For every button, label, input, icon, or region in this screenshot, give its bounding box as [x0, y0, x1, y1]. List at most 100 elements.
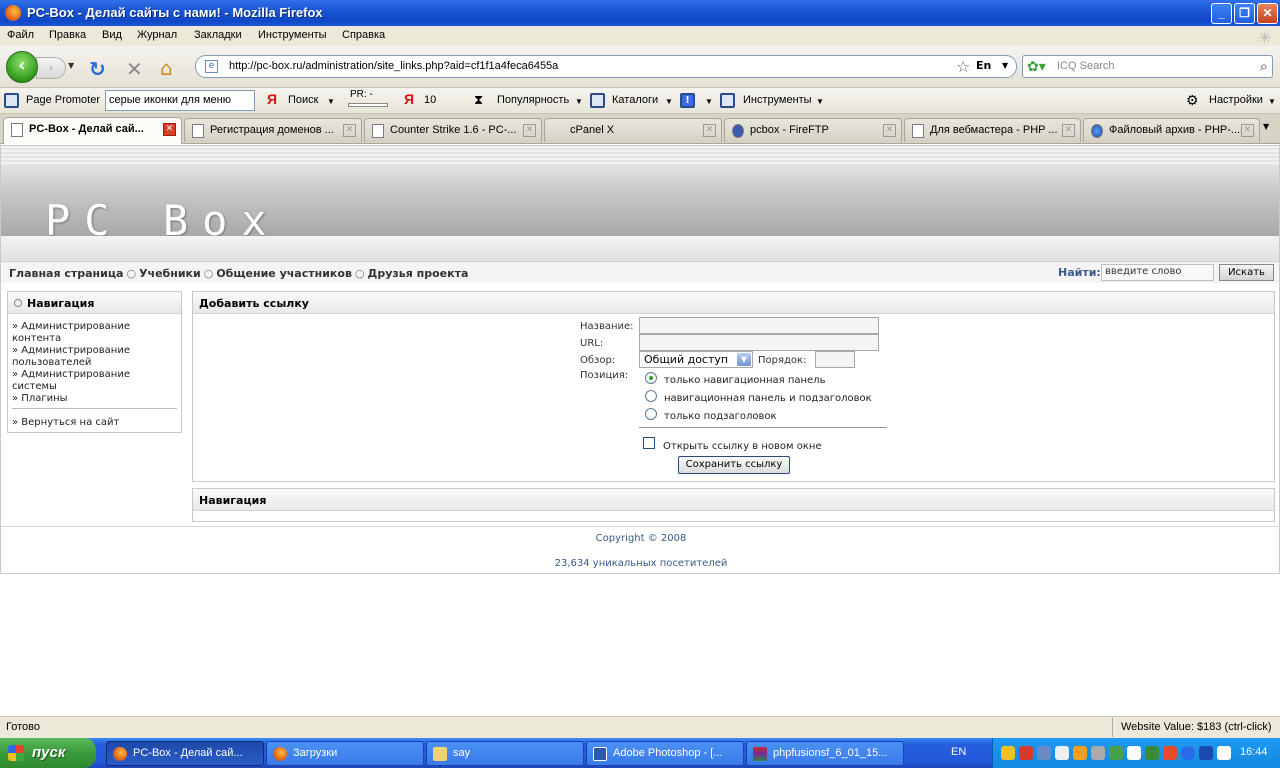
app-tray-icon[interactable] — [1217, 746, 1231, 760]
tab-cpanel[interactable]: cPanel X ✕ — [544, 118, 722, 142]
menu-edit[interactable]: Правка — [49, 29, 86, 41]
position-radio-nav-and-subheader[interactable] — [645, 390, 657, 402]
sidebar-item-system-admin[interactable]: » Администрирование системы — [12, 369, 177, 393]
taskbar-item-downloads[interactable]: Загрузки — [266, 741, 424, 766]
language-indicator[interactable]: En — [976, 59, 991, 72]
find-input[interactable]: введите слово — [1101, 264, 1214, 281]
icq-icon[interactable] — [1145, 746, 1159, 760]
sidebar-item-plugins[interactable]: » Плагины — [12, 393, 177, 405]
tab-list-dropdown-icon[interactable]: ▼ — [1263, 122, 1269, 131]
position-label: Позиция: — [580, 370, 629, 381]
settings-dropdown-icon[interactable]: ▼ — [1268, 97, 1276, 106]
poisk-dropdown-icon[interactable]: ▼ — [327, 97, 335, 106]
position-radio-nav-only[interactable] — [645, 372, 657, 384]
sidebar-item-content-admin[interactable]: » Администрирование контента — [12, 321, 177, 345]
reload-icon[interactable]: ↻ — [89, 57, 106, 81]
tab-pcbox[interactable]: PC-Box - Делай сай... ✕ — [3, 117, 182, 144]
shield-icon[interactable] — [1001, 746, 1015, 760]
tab-close-icon[interactable]: ✕ — [163, 123, 176, 136]
menu-view[interactable]: Вид — [102, 29, 122, 41]
stop-icon[interactable]: ✕ — [126, 57, 143, 81]
catalogs-button[interactable]: Каталоги — [612, 94, 658, 106]
menu-bookmarks[interactable]: Закладки — [194, 29, 242, 41]
forward-button[interactable]: › — [36, 57, 66, 79]
menu-history[interactable]: Журнал — [137, 29, 177, 41]
menu-tools[interactable]: Инструменты — [258, 29, 327, 41]
update-icon[interactable] — [1109, 746, 1123, 760]
menu-file[interactable]: Файл — [7, 29, 34, 41]
alert-icon[interactable]: ! — [680, 93, 695, 108]
settings-button[interactable]: Настройки — [1209, 94, 1263, 106]
view-select[interactable]: Общий доступ ▼ — [639, 351, 753, 368]
name-input[interactable] — [639, 317, 879, 334]
chevron-down-icon[interactable]: ▼ — [737, 353, 751, 366]
bookmark-star-icon[interactable]: ☆ — [956, 57, 970, 76]
taskbar-item-photoshop[interactable]: Adobe Photoshop - [... — [586, 741, 744, 766]
page-promoter-label[interactable]: Page Promoter — [26, 94, 100, 106]
icq-flower-icon[interactable]: ✿▾ — [1027, 59, 1046, 75]
back-button[interactable]: ‹ — [6, 51, 38, 83]
tools-dropdown-icon[interactable]: ▼ — [816, 97, 824, 106]
url-input[interactable] — [639, 334, 879, 351]
order-input[interactable] — [815, 351, 855, 368]
poisk-button[interactable]: Поиск — [288, 94, 318, 106]
nav-link-friends[interactable]: Друзья проекта — [368, 267, 469, 280]
tab-domains[interactable]: Регистрация доменов ... ✕ — [184, 118, 362, 142]
keyboard-language[interactable]: EN — [951, 746, 966, 758]
new-window-checkbox[interactable] — [643, 437, 655, 449]
tools-button[interactable]: Инструменты — [743, 94, 812, 106]
alert-dropdown-icon[interactable]: ▼ — [705, 97, 713, 106]
taskbar-item-folder[interactable]: say — [426, 741, 584, 766]
menu-help[interactable]: Справка — [342, 29, 385, 41]
taskbar-item-label: phpfusionsf_6_01_15... — [773, 747, 888, 759]
notepad-icon[interactable] — [1127, 746, 1141, 760]
minimize-button[interactable]: _ — [1211, 3, 1232, 24]
tab-webmaster[interactable]: Для вебмастера - PHP ... ✕ — [904, 118, 1081, 142]
save-link-button[interactable]: Сохранить ссылку — [678, 456, 790, 474]
sidebar-item-users-admin[interactable]: » Администрирование пользователей — [12, 345, 177, 369]
tab-counter-strike[interactable]: Counter Strike 1.6 - PC-... ✕ — [364, 118, 542, 142]
popularity-button[interactable]: Популярность — [497, 94, 569, 106]
tab-close-icon[interactable]: ✕ — [523, 124, 536, 137]
search-placeholder[interactable]: ICQ Search — [1057, 60, 1114, 72]
url-text[interactable]: http://pc-box.ru/administration/site_lin… — [229, 60, 558, 72]
tab-close-icon[interactable]: ✕ — [1241, 124, 1254, 137]
volume-icon[interactable] — [1091, 746, 1105, 760]
nav-link-tutorials[interactable]: Учебники — [139, 267, 201, 280]
tab-close-icon[interactable]: ✕ — [343, 124, 356, 137]
alert-tray-icon[interactable] — [1163, 746, 1177, 760]
catalogs-dropdown-icon[interactable]: ▼ — [665, 97, 673, 106]
nav-link-forum[interactable]: Общение участников — [216, 267, 352, 280]
bluetooth-icon[interactable] — [1199, 746, 1213, 760]
maximize-button[interactable]: ❐ — [1234, 3, 1255, 24]
website-value[interactable]: Website Value: $183 (ctrl-click) — [1112, 718, 1272, 737]
download-icon[interactable] — [1073, 746, 1087, 760]
search-bar[interactable]: ✿▾ ICQ Search ⌕ — [1022, 55, 1273, 78]
info-icon[interactable] — [1181, 746, 1195, 760]
tab-close-icon[interactable]: ✕ — [1062, 124, 1075, 137]
home-icon[interactable]: ⌂ — [160, 56, 173, 80]
url-bar[interactable]: e http://pc-box.ru/administration/site_l… — [195, 55, 1017, 78]
yandex-icon[interactable]: Я — [267, 91, 277, 107]
url-dropdown-icon[interactable]: ▼ — [1002, 61, 1008, 70]
tab-close-icon[interactable]: ✕ — [703, 124, 716, 137]
tab-file-archive[interactable]: Файловый архив - PHP-... ✕ — [1083, 118, 1260, 142]
position-radio-subheader-only[interactable] — [645, 408, 657, 420]
antivirus-icon[interactable] — [1019, 746, 1033, 760]
tab-close-icon[interactable]: ✕ — [883, 124, 896, 137]
gear-icon[interactable]: ⚙ — [1186, 92, 1199, 109]
tab-fireftp[interactable]: pcbox - FireFTP ✕ — [724, 118, 902, 142]
search-icon[interactable]: ⌕ — [1260, 57, 1268, 75]
sidebar-item-back-to-site[interactable]: » Вернуться на сайт — [12, 417, 177, 429]
toolbar-search-input[interactable]: серые иконки для меню — [105, 90, 255, 111]
close-button[interactable]: ✕ — [1257, 3, 1278, 24]
nav-link-home[interactable]: Главная страница — [9, 267, 123, 280]
find-button[interactable]: Искать — [1219, 264, 1274, 281]
popularity-dropdown-icon[interactable]: ▼ — [575, 97, 583, 106]
start-button[interactable]: пуск — [0, 738, 96, 768]
monitor-icon[interactable] — [1055, 746, 1069, 760]
taskbar-item-archive[interactable]: phpfusionsf_6_01_15... — [746, 741, 904, 766]
taskbar-item-firefox[interactable]: PC-Box - Делай сай... — [106, 741, 264, 766]
network-icon[interactable] — [1037, 746, 1051, 760]
history-dropdown-icon[interactable]: ▼ — [68, 61, 74, 70]
